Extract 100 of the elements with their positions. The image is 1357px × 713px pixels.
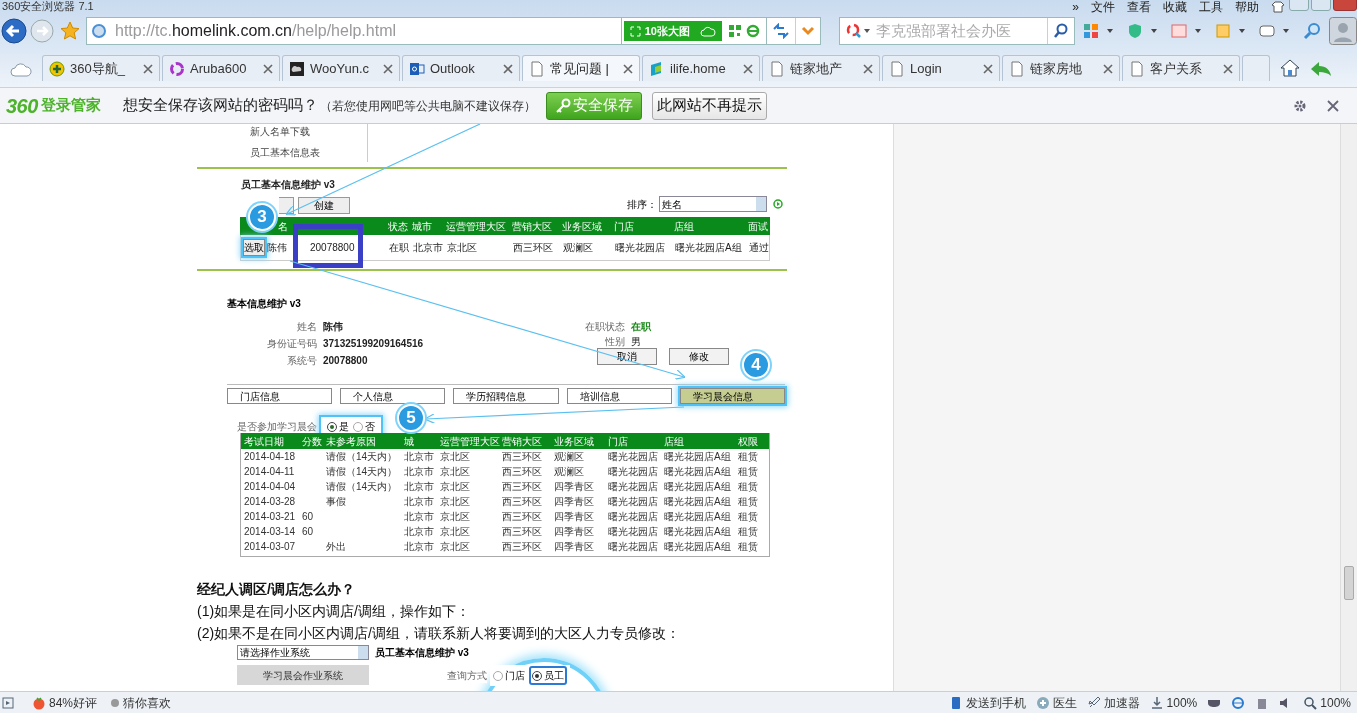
home-icon[interactable]: [1280, 59, 1300, 77]
browser-tab[interactable]: 链家房地: [1002, 55, 1120, 81]
radio-option[interactable]: 否: [353, 419, 375, 434]
browser-tab[interactable]: 客户关系: [1122, 55, 1240, 81]
tomato-icon: [32, 696, 46, 710]
table-cell-text: 观澜区: [554, 450, 585, 464]
zoom-level-control[interactable]: 100%: [1303, 694, 1351, 712]
close-tab-icon[interactable]: [983, 63, 993, 74]
radio-option[interactable]: 门店: [493, 668, 525, 683]
undo-arrow-icon[interactable]: [1310, 61, 1332, 77]
apps-grid-icon[interactable]: [1083, 23, 1099, 39]
globe-icon: [91, 23, 107, 39]
back-button[interactable]: [1, 18, 27, 44]
recommend-link[interactable]: 猜你喜欢: [111, 694, 172, 712]
panel-toggle-icon[interactable]: [2, 697, 14, 709]
browser-tab[interactable]: ilife.home: [642, 55, 760, 81]
browser-tab[interactable]: WooYun.c: [282, 55, 400, 81]
radio-option[interactable]: 是: [327, 419, 349, 434]
radio-button[interactable]: [532, 670, 542, 681]
download-link[interactable]: 100%: [1149, 694, 1198, 712]
table-cell-text: 观澜区: [563, 241, 594, 255]
column-header: 考试日期: [244, 434, 285, 449]
browser-tab[interactable]: 360导航_: [42, 55, 160, 81]
send-to-phone-link[interactable]: 发送到手机: [948, 694, 1026, 712]
close-tab-icon[interactable]: [743, 63, 753, 74]
rating-link[interactable]: 84%好评: [32, 694, 98, 712]
close-tab-icon[interactable]: [863, 63, 873, 74]
browser-tab[interactable]: Login: [882, 55, 1000, 81]
radio-button[interactable]: [327, 421, 337, 432]
menu-item[interactable]: »: [1072, 1, 1079, 13]
info-tab[interactable]: 个人信息: [340, 387, 446, 404]
browser-tab[interactable]: 常见问题 |: [522, 55, 640, 81]
radio-option[interactable]: 员工: [529, 666, 567, 685]
close-tab-icon[interactable]: [623, 63, 633, 74]
browser-mode-icon[interactable]: [746, 24, 760, 38]
scrollbar-thumb[interactable]: [1344, 566, 1354, 600]
menu-item[interactable]: 收藏: [1163, 1, 1187, 13]
radio-button[interactable]: [353, 421, 363, 432]
menu-link[interactable]: 新人名单下载: [250, 124, 367, 139]
radio-button[interactable]: [493, 670, 503, 681]
table-cell-text: 曙光花园店A组: [664, 510, 732, 524]
close-tab-icon[interactable]: [263, 63, 273, 74]
browser-e-icon[interactable]: [1231, 696, 1246, 710]
close-tab-icon[interactable]: [383, 63, 393, 74]
caret-icon[interactable]: [1283, 29, 1289, 33]
system-select[interactable]: 请选择作业系统: [237, 645, 369, 660]
column-header: 面试: [748, 219, 769, 234]
shirt-icon[interactable]: [1271, 1, 1285, 13]
table-cell-text: 观澜区: [554, 465, 585, 479]
accelerator-link[interactable]: 加速器: [1086, 694, 1140, 712]
sort-select[interactable]: 姓名: [659, 196, 767, 212]
search-engine-icon[interactable]: [846, 23, 862, 39]
caret-icon[interactable]: [1107, 29, 1113, 33]
select-button[interactable]: 选取: [243, 239, 265, 256]
doctor-link[interactable]: 医生: [1035, 694, 1077, 712]
caret-icon[interactable]: [1239, 29, 1245, 33]
cloud-icon[interactable]: [10, 63, 32, 77]
close-tab-icon[interactable]: [1223, 63, 1233, 74]
settings-icon[interactable]: [1293, 98, 1307, 113]
close-tab-icon[interactable]: [143, 63, 153, 74]
menu-item[interactable]: 文件: [1091, 1, 1115, 13]
menu-item[interactable]: 帮助: [1235, 1, 1259, 13]
info-tab[interactable]: 学历招聘信息: [453, 387, 559, 404]
menu-item[interactable]: 工具: [1199, 1, 1223, 13]
menu-link[interactable]: 员工基本信息表: [250, 145, 367, 160]
info-tab[interactable]: 门店信息: [227, 387, 333, 404]
column-header: 营销大区: [512, 219, 553, 234]
browser-tab[interactable]: 链家地产: [762, 55, 880, 81]
column-header: 门店: [608, 434, 629, 449]
table-cell-text: 西三环区: [502, 465, 543, 479]
browser-tab[interactable]: Aruba600: [162, 55, 280, 81]
go-icon[interactable]: [773, 199, 783, 209]
system-button[interactable]: 学习晨会作业系统: [237, 665, 369, 685]
info-tab[interactable]: 学习晨会信息: [679, 387, 785, 404]
close-tab-icon[interactable]: [1103, 63, 1113, 74]
scrollbar[interactable]: [1340, 124, 1357, 691]
field-label: 系统号: [286, 354, 317, 368]
menu-item[interactable]: 查看: [1127, 1, 1151, 13]
favorite-star-icon[interactable]: [60, 21, 80, 41]
expand-icon: [629, 25, 641, 37]
caret-icon[interactable]: [1195, 29, 1201, 33]
browser-tab[interactable]: Outlook: [402, 55, 520, 81]
never-ask-button[interactable]: 此网站不再提示: [651, 91, 767, 120]
key-icon: [554, 97, 571, 114]
zoom-icon[interactable]: [1303, 22, 1321, 40]
info-tab[interactable]: 培训信息: [566, 387, 672, 404]
search-field[interactable]: 李克强部署社会办医: [876, 19, 1047, 43]
cancel-button[interactable]: 取消: [597, 348, 657, 365]
qr-code-icon[interactable]: [728, 24, 742, 38]
table-cell-text: 曙光花园店: [615, 241, 666, 255]
table-cell-text: 曙光花园店: [608, 510, 659, 524]
caret-icon[interactable]: [1151, 29, 1157, 33]
search-box[interactable]: 李克强部署社会办医: [839, 17, 1075, 45]
caret-icon[interactable]: [864, 29, 870, 33]
close-icon[interactable]: [1327, 99, 1339, 112]
table-cell-text: 租赁: [738, 540, 759, 554]
address-field[interactable]: http://tc.homelink.com.cn/help/help.html: [86, 17, 622, 45]
create-button[interactable]: 创建: [298, 197, 350, 214]
edit-button[interactable]: 修改: [669, 348, 729, 365]
close-tab-icon[interactable]: [503, 63, 513, 74]
